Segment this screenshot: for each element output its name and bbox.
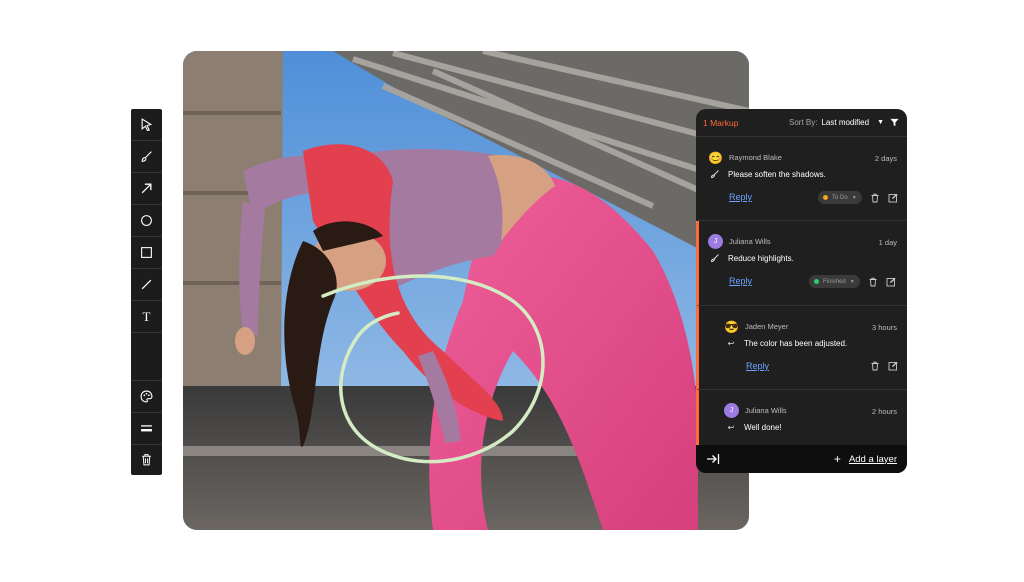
- add-layer-label: Add a layer: [848, 453, 897, 465]
- comment-text: Reduce highlights.: [728, 253, 794, 263]
- filter-icon[interactable]: [890, 118, 899, 127]
- status-label: To Do: [832, 194, 848, 201]
- panel-header: 1 Markup Sort By: Last modified ▼: [696, 109, 907, 137]
- add-layer-button[interactable]: + Add a layer: [834, 453, 897, 465]
- rectangle-tool-icon: [141, 247, 152, 258]
- photo-canvas[interactable]: [183, 51, 749, 530]
- sort-dropdown[interactable]: Sort By: Last modified ▼: [789, 118, 884, 127]
- comment-time: 2 days: [874, 154, 897, 163]
- reply-arrow-icon: ↩: [727, 422, 735, 432]
- avatar: J: [708, 234, 723, 249]
- brush-comment-icon: [710, 170, 719, 179]
- trash-icon[interactable]: [868, 277, 878, 287]
- edit-icon[interactable]: [888, 193, 898, 203]
- status-label: Finished: [823, 278, 846, 285]
- line-tool-button[interactable]: [131, 269, 162, 300]
- line-tool-icon: [141, 279, 152, 290]
- comment-reply-item[interactable]: J Juliana Wills 2 hours ↩ Well done!: [696, 390, 907, 445]
- avatar: J: [724, 403, 739, 418]
- trash-icon[interactable]: [870, 193, 880, 203]
- comment-time: 2 hours: [871, 407, 897, 416]
- avatar: 😊: [708, 150, 723, 165]
- rectangle-tool-button[interactable]: [131, 237, 162, 268]
- chevron-down-icon: ▼: [851, 194, 857, 201]
- status-dot: [814, 279, 819, 284]
- select-arrow-icon: [141, 118, 153, 131]
- chevron-down-icon: ▼: [849, 278, 855, 285]
- comment-author: Juliana Wills: [729, 237, 771, 246]
- comment-reply-item[interactable]: 😎 Jaden Meyer 3 hours ↩ The color has be…: [696, 306, 907, 390]
- status-dropdown[interactable]: To Do ▼: [818, 191, 862, 204]
- panel-footer: + Add a layer: [696, 445, 907, 473]
- photo-image: [183, 51, 749, 530]
- delete-tool-button[interactable]: [131, 444, 162, 475]
- comment-text: Please soften the shadows.: [728, 169, 826, 179]
- palette-icon: [140, 390, 153, 403]
- edit-icon[interactable]: [888, 361, 898, 371]
- brush-tool-button[interactable]: [131, 141, 162, 172]
- edit-icon[interactable]: [886, 277, 896, 287]
- select-tool-button[interactable]: [131, 109, 162, 140]
- comment-text: Well done!: [744, 422, 782, 432]
- comment-item[interactable]: 😊 Raymond Blake 2 days Please soften the…: [696, 137, 907, 221]
- sort-label: Sort By:: [789, 118, 818, 127]
- comment-author: Raymond Blake: [729, 153, 782, 162]
- arrow-tool-icon: [141, 183, 152, 194]
- reply-link[interactable]: Reply: [729, 192, 752, 202]
- stroke-width-icon: [141, 425, 152, 432]
- comment-author: Jaden Meyer: [745, 322, 789, 331]
- stroke-width-button[interactable]: [131, 413, 162, 444]
- comment-time: 1 day: [878, 238, 897, 247]
- markup-count: 1 Markup: [703, 117, 739, 128]
- text-tool-button[interactable]: T: [131, 301, 162, 332]
- brush-icon: [141, 151, 152, 162]
- circle-tool-icon: [141, 215, 152, 226]
- comment-item[interactable]: J Juliana Wills 1 day Reduce highlights.…: [696, 221, 907, 306]
- comment-text: The color has been adjusted.: [744, 338, 848, 348]
- trash-icon[interactable]: [870, 361, 880, 371]
- plus-icon: +: [833, 452, 841, 466]
- reply-link[interactable]: Reply: [729, 276, 752, 286]
- comment-time: 3 hours: [871, 323, 897, 332]
- markup-panel: 1 Markup Sort By: Last modified ▼ 😊 Raym…: [696, 109, 907, 473]
- color-palette-button[interactable]: [131, 381, 162, 412]
- circle-tool-button[interactable]: [131, 205, 162, 236]
- drawing-toolbar: T: [131, 109, 162, 475]
- sort-value: Last modified: [821, 118, 870, 127]
- collapse-panel-icon[interactable]: [706, 453, 720, 465]
- status-dot: [823, 195, 828, 200]
- status-dropdown[interactable]: Finished ▼: [809, 275, 860, 288]
- comment-author: Juliana Wills: [745, 406, 787, 415]
- caret-down-icon: ▼: [877, 119, 884, 126]
- reply-link[interactable]: Reply: [746, 361, 769, 371]
- arrow-tool-button[interactable]: [131, 173, 162, 204]
- avatar: 😎: [724, 319, 739, 334]
- trash-icon: [142, 454, 151, 466]
- brush-comment-icon: [710, 254, 719, 263]
- reply-arrow-icon: ↩: [727, 338, 735, 348]
- text-tool-icon: T: [142, 308, 151, 324]
